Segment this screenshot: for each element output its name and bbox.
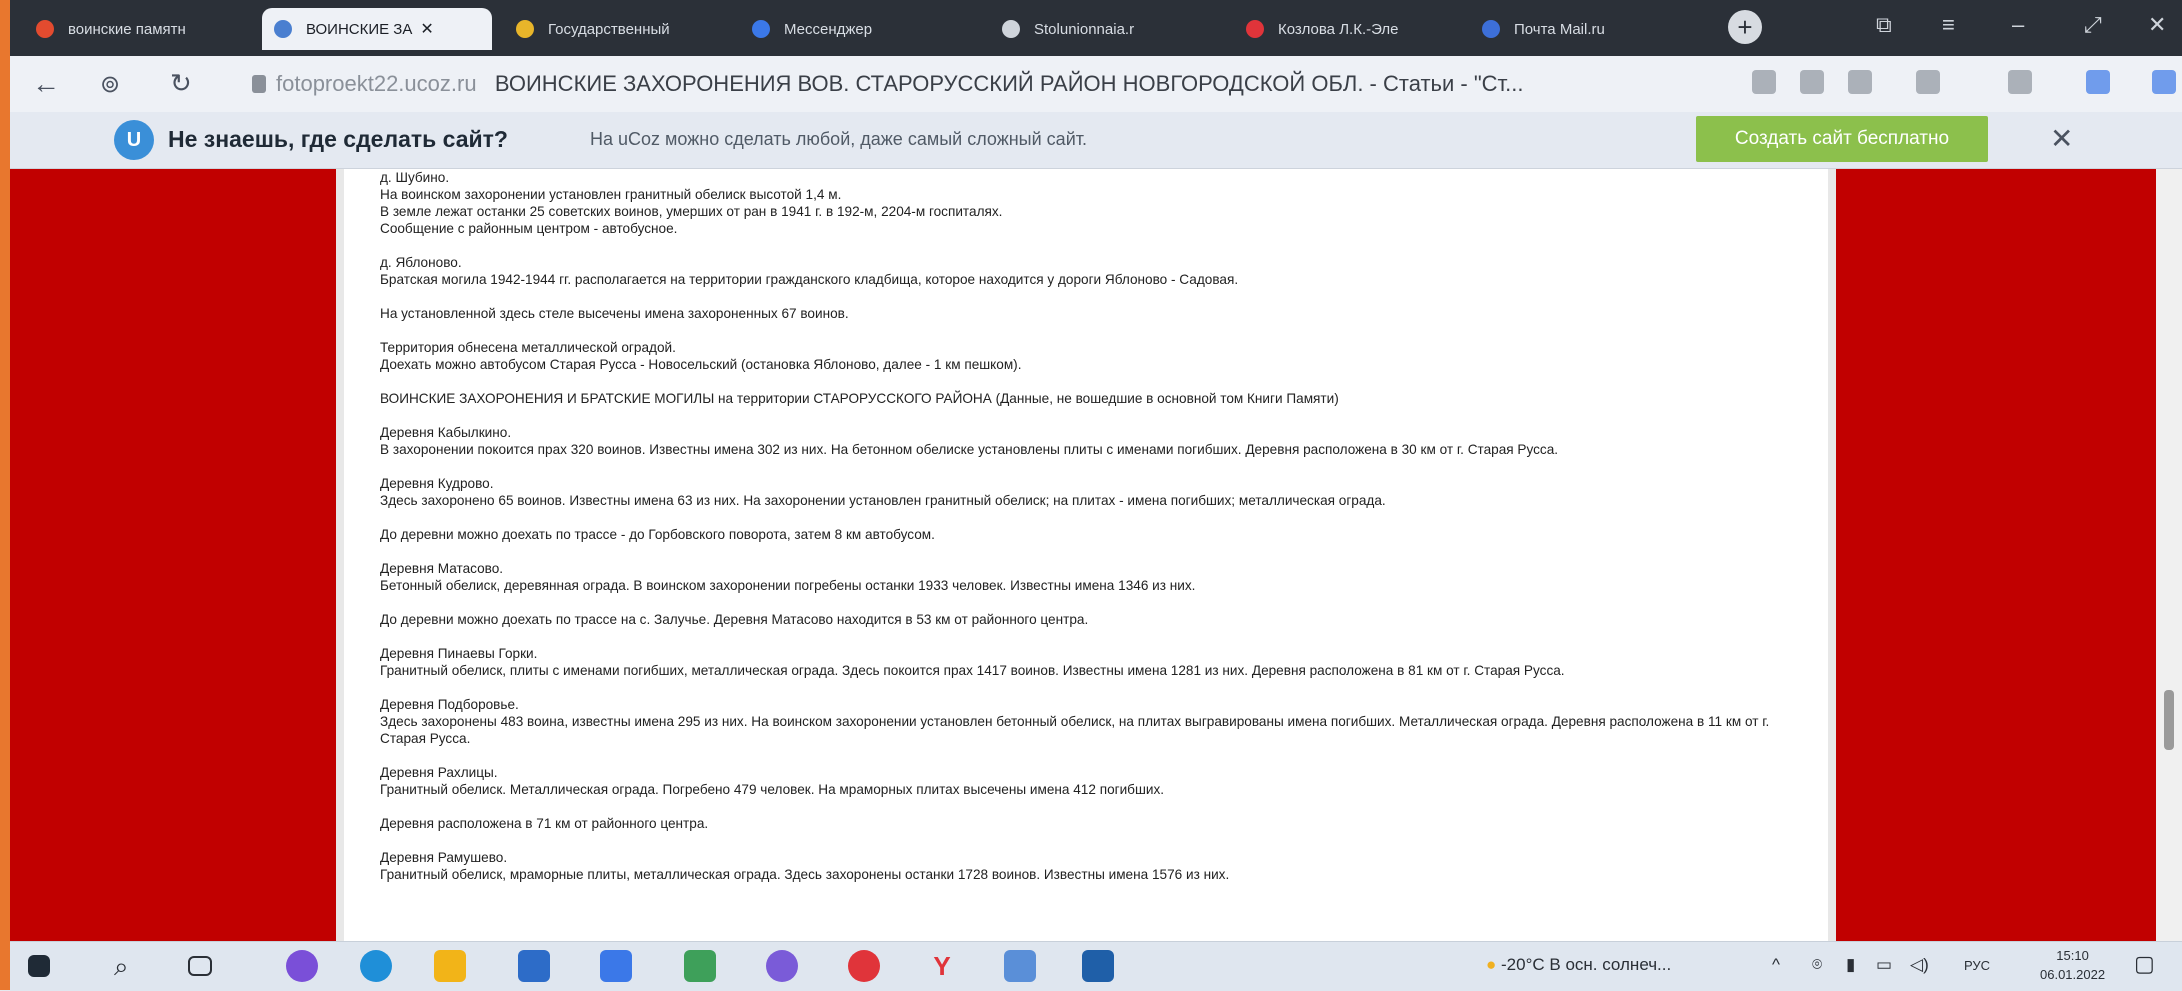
messenger-icon[interactable] — [600, 950, 632, 982]
reload-icon[interactable]: ↻ — [170, 68, 192, 99]
tab-1[interactable]: воинские памятн — [24, 8, 250, 50]
excel-icon[interactable] — [684, 950, 716, 982]
yandex-icon[interactable]: Y — [926, 950, 958, 982]
tab-label: Stolunionnaia.r — [1034, 20, 1135, 38]
paragraph: Деревня Кабылкино. В захоронении покоитс… — [380, 425, 1559, 457]
viber-icon[interactable] — [766, 950, 798, 982]
photos-icon[interactable] — [1082, 950, 1114, 982]
mic-icon[interactable]: ▮ — [1846, 955, 1855, 975]
download-icon[interactable] — [2152, 70, 2176, 94]
tab-label: Козлова Л.К.-Эле — [1278, 20, 1399, 38]
mail-icon[interactable] — [2086, 70, 2110, 94]
paragraph: Деревня Подборовье. Здесь захоронены 483… — [380, 697, 1770, 746]
store-icon[interactable] — [518, 950, 550, 982]
task-view-icon[interactable] — [188, 956, 212, 976]
tab-label: Мессенджер — [784, 20, 873, 38]
clock-time: 15:10 — [2056, 948, 2089, 963]
weather-text: -20°C В осн. солнеч... — [1501, 955, 1672, 974]
window-frame-left — [0, 0, 10, 990]
paragraph: Деревня Кудрово. Здесь захоронено 65 вои… — [380, 476, 1386, 508]
translate-icon[interactable] — [2008, 70, 2032, 94]
start-icon[interactable] — [28, 955, 50, 977]
yandex-browser-icon[interactable] — [848, 950, 880, 982]
address-bar[interactable]: fotoproekt22.ucoz.ru ВОИНСКИЕ ЗАХОРОНЕНИ… — [252, 71, 1524, 97]
ucoz-logo-icon: U — [114, 120, 154, 160]
article-text: д. Шубино. На воинском захоронении устан… — [380, 169, 1810, 900]
page-title: ВОИНСКИЕ ЗАХОРОНЕНИЯ ВОВ. СТАРОРУССКИЙ Р… — [494, 71, 1524, 96]
tab-label: ВОИНСКИЕ ЗА — [306, 20, 413, 38]
search-icon[interactable]: ⌕ — [114, 950, 146, 982]
language-indicator[interactable]: РУС — [1964, 958, 1990, 973]
window-close-icon[interactable]: ✕ — [2148, 12, 2166, 38]
banner-subtitle: На uCoz можно сделать любой, даже самый … — [590, 129, 1087, 149]
tab-favicon — [1246, 20, 1264, 38]
back-icon[interactable]: ← — [32, 68, 60, 100]
lock-icon — [252, 75, 266, 93]
display-icon[interactable]: ▭ — [1876, 955, 1892, 975]
bookmark-icon[interactable] — [1916, 70, 1940, 94]
tab-list-icon[interactable]: ⧉ — [1876, 12, 1892, 38]
paragraph: Деревня Рамушево. Гранитный обелиск, мра… — [380, 850, 1230, 882]
network-app-icon[interactable] — [1004, 950, 1036, 982]
minimize-icon[interactable]: – — [2012, 12, 2024, 38]
paragraph: Деревня расположена в 71 км от районного… — [380, 816, 709, 831]
tab-3[interactable]: Государственный — [504, 8, 728, 50]
tab-label: воинские памятн — [68, 20, 186, 38]
tab-favicon — [1482, 20, 1500, 38]
tray-expand-icon[interactable]: ^ — [1772, 955, 1780, 975]
weather-sun-icon: ● — [1486, 955, 1497, 974]
tab-favicon — [36, 20, 54, 38]
tab-label: Почта Mail.ru — [1514, 20, 1605, 38]
network-icon[interactable]: ⌾ — [1812, 955, 1822, 975]
scrollbar-thumb[interactable] — [2164, 690, 2174, 750]
protect-icon[interactable]: ⊚ — [100, 70, 120, 99]
taskbar: ⌕ Y ● -20°C В осн. солнеч... ^ ⌾ ▮ ▭ ◁) … — [10, 941, 2182, 991]
ucoz-banner: U Не знаешь, где сделать сайт? На uCoz м… — [10, 112, 2182, 169]
banner-title: Не знаешь, где сделать сайт? — [168, 126, 508, 152]
weather-widget[interactable]: ● -20°C В осн. солнеч... — [1486, 955, 1671, 975]
clock-date: 06.01.2022 — [2040, 967, 2106, 982]
paragraph: Деревня Матасово. Бетонный обелиск, дере… — [380, 561, 1196, 593]
tab-label: Государственный — [548, 20, 670, 38]
notifications-icon[interactable]: ▢ — [2134, 951, 2155, 977]
reader-icon[interactable] — [1752, 70, 1776, 94]
tab-favicon — [1002, 20, 1020, 38]
paragraph: До деревни можно доехать по трассе на с.… — [380, 612, 1089, 627]
scrollbar[interactable] — [2156, 169, 2182, 941]
tab-2-active[interactable]: ВОИНСКИЕ ЗА ✕ — [262, 8, 492, 50]
create-site-button[interactable]: Создать сайт бесплатно — [1696, 116, 1988, 162]
menu-icon[interactable]: ≡ — [1942, 12, 1955, 38]
restore-icon[interactable]: ⤢ — [2084, 12, 2102, 38]
paragraph-heading: ВОИНСКИЕ ЗАХОРОНЕНИЯ И БРАТСКИЕ МОГИЛЫ н… — [380, 391, 1339, 406]
article-container: д. Шубино. На воинском захоронении устан… — [336, 169, 1836, 941]
tab-6[interactable]: Козлова Л.К.-Эле — [1234, 8, 1458, 50]
tab-favicon — [516, 20, 534, 38]
address-row: ← ⊚ ↻ fotoproekt22.ucoz.ru ВОИНСКИЕ ЗАХО… — [10, 56, 2182, 112]
paragraph: Деревня Пинаевы Горки. Гранитный обелиск… — [380, 646, 1565, 678]
edge-icon[interactable] — [360, 950, 392, 982]
paragraph: На установленной здесь стеле высечены им… — [380, 306, 849, 321]
extension-icon[interactable] — [1848, 70, 1872, 94]
volume-icon[interactable]: ◁) — [1910, 955, 1929, 975]
tab-5[interactable]: Stolunionnaia.r — [990, 8, 1222, 50]
explorer-icon[interactable] — [434, 950, 466, 982]
tab-favicon — [752, 20, 770, 38]
paragraph: д. Шубино. На воинском захоронении устан… — [380, 170, 1003, 236]
paragraph: Территория обнесена металлической оградо… — [380, 340, 1022, 372]
page-background: д. Шубино. На воинском захоронении устан… — [10, 169, 2156, 941]
banner-close-icon[interactable]: ✕ — [2050, 122, 2073, 155]
cortana-icon[interactable] — [286, 950, 318, 982]
paragraph: До деревни можно доехать по трассе - до … — [380, 527, 935, 542]
bookmark-list-icon[interactable] — [1800, 70, 1824, 94]
tab-4[interactable]: Мессенджер — [740, 8, 966, 50]
tab-favicon — [274, 20, 292, 38]
tab-7[interactable]: Почта Mail.ru — [1470, 8, 1692, 50]
paragraph: Деревня Рахлицы. Гранитный обелиск. Мета… — [380, 765, 1165, 797]
new-tab-icon[interactable]: + — [1728, 10, 1762, 44]
paragraph: д. Яблоново. Братская могила 1942-1944 г… — [380, 255, 1239, 287]
clock[interactable]: 15:10 06.01.2022 — [2040, 946, 2105, 984]
tab-bar: воинские памятн ВОИНСКИЕ ЗА ✕ Государств… — [10, 0, 2182, 56]
close-icon[interactable]: ✕ — [420, 19, 433, 39]
url-host: fotoproekt22.ucoz.ru — [276, 71, 477, 96]
